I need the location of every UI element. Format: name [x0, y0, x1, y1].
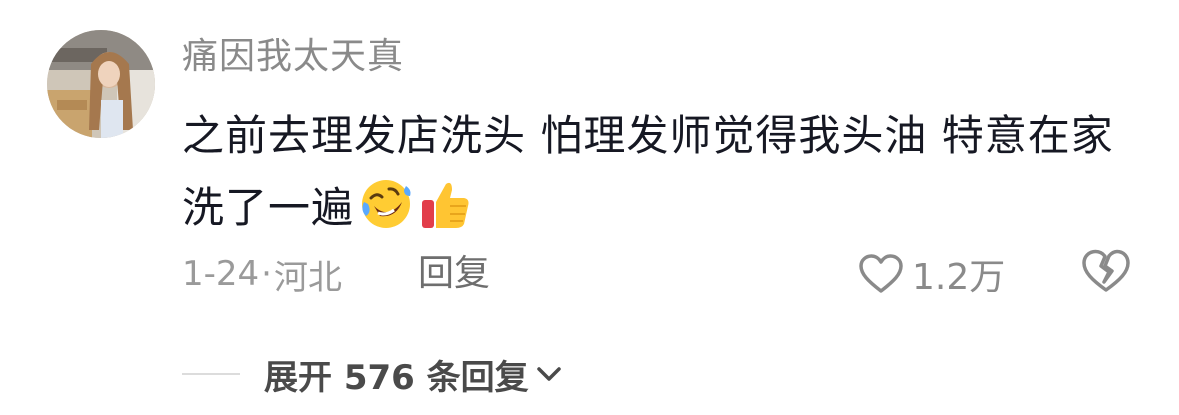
dislike-button[interactable] — [1080, 248, 1132, 300]
expand-replies-row: 展开 576 条回复 — [182, 344, 563, 404]
like-count: 1.2万 — [912, 257, 1006, 298]
broken-heart-icon — [1082, 249, 1130, 292]
meta-separator: · — [261, 254, 272, 294]
like-button[interactable]: 1.2万 — [858, 244, 1005, 304]
comment-location: 河北 — [273, 257, 342, 298]
heart-icon — [859, 254, 903, 293]
expand-replies-button[interactable]: 展开 576 条回复 — [264, 350, 563, 399]
avatar[interactable] — [47, 30, 155, 138]
comment-meta: 1-24 · 河北 — [182, 244, 342, 304]
username[interactable]: 痛因我太天真 — [182, 30, 404, 84]
comment-text: 之前去理发店洗头 怕理发师觉得我头油 特意在家洗了一遍 — [182, 100, 1142, 244]
rolling-on-floor-laughing-emoji — [362, 180, 411, 228]
comment-date: 1-24 — [182, 254, 260, 294]
comment-body: 之前去理发店洗头 怕理发师觉得我头油 特意在家洗了一遍 — [182, 111, 1114, 232]
expand-replies-label: 展开 576 条回复 — [264, 357, 529, 398]
reply-button[interactable]: 回复 — [418, 244, 490, 304]
avatar-image — [47, 30, 155, 138]
divider — [182, 373, 240, 375]
chevron-down-icon — [536, 367, 561, 381]
thumbs-up-emoji — [422, 182, 469, 228]
comment-item: 痛因我太天真 之前去理发店洗头 怕理发师觉得我头油 特意在家洗了一遍 1-24 … — [0, 0, 1179, 415]
